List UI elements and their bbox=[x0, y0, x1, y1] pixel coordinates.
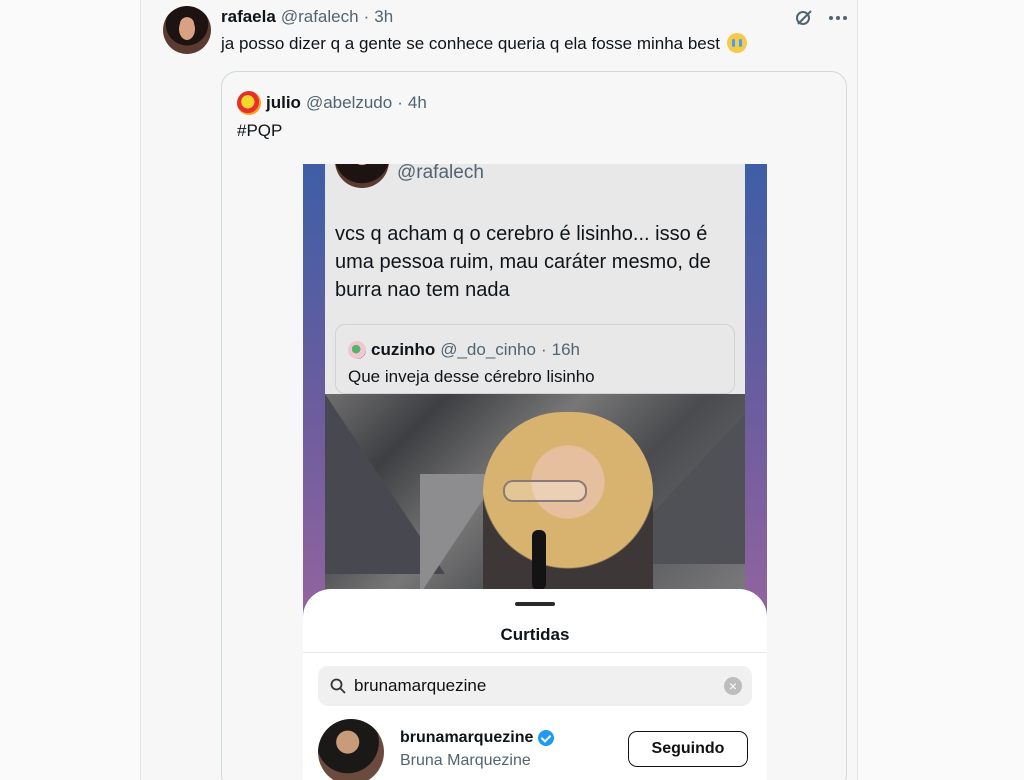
glasses-shape bbox=[503, 480, 587, 502]
inner-tweet-card: @rafalech vcs q acham q o cerebro é lisi… bbox=[325, 164, 745, 394]
microphone-shape bbox=[532, 530, 546, 590]
inner-quote-handle: @_do_cinho bbox=[440, 340, 536, 359]
search-icon bbox=[330, 678, 346, 694]
video-still bbox=[325, 394, 745, 594]
clear-search-icon[interactable]: × bbox=[724, 677, 742, 695]
inner-quote-author: cuzinho bbox=[371, 340, 436, 359]
sheet-title: Curtidas bbox=[500, 625, 570, 644]
author-handle[interactable]: @rafalech bbox=[281, 7, 359, 27]
likes-bottom-sheet: Curtidas × brunamarquezine Bruna Marquez… bbox=[303, 589, 767, 780]
quoted-separator-dot: · bbox=[397, 93, 403, 112]
tweet-header: rafaela @rafalech · 3h bbox=[221, 7, 393, 27]
inner-avatar bbox=[335, 164, 389, 188]
following-button[interactable]: Seguindo bbox=[628, 731, 748, 767]
quoted-tweet-text: #PQP bbox=[237, 121, 283, 140]
tweet-card[interactable]: rafaela @rafalech · 3h ja posso dizer q … bbox=[140, 0, 858, 780]
inner-quote-avatar bbox=[348, 341, 366, 359]
user-name-row: brunamarquezine bbox=[400, 729, 555, 747]
quoted-tweet-header: julio @abelzudo · 4h bbox=[237, 91, 427, 115]
crying-face-icon bbox=[726, 33, 747, 53]
likes-search-bar[interactable]: × bbox=[318, 666, 752, 706]
inner-quote-time: 16h bbox=[551, 340, 580, 359]
sheet-handle[interactable] bbox=[515, 602, 555, 606]
search-input[interactable] bbox=[354, 666, 714, 706]
separator-dot: · bbox=[363, 7, 370, 26]
tweet-text: ja posso dizer q a gente se conhece quer… bbox=[221, 33, 747, 55]
username[interactable]: brunamarquezine bbox=[400, 729, 533, 747]
grok-icon[interactable] bbox=[792, 6, 816, 30]
quoted-author-handle[interactable]: @abelzudo bbox=[306, 93, 392, 113]
embedded-screenshot[interactable]: @rafalech vcs q acham q o cerebro é lisi… bbox=[303, 164, 767, 780]
user-avatar[interactable] bbox=[318, 719, 384, 780]
inner-quoted-tweet: cuzinho @_do_cinho · 16h Que inveja dess… bbox=[335, 324, 735, 394]
quoted-author-avatar[interactable] bbox=[237, 91, 261, 115]
author-avatar[interactable] bbox=[163, 6, 211, 54]
user-list-item[interactable]: brunamarquezine Bruna Marquezine Seguind… bbox=[318, 719, 752, 780]
person-in-video bbox=[483, 412, 653, 594]
quoted-time[interactable]: 4h bbox=[408, 93, 427, 113]
tweet-body: ja posso dizer q a gente se conhece quer… bbox=[221, 34, 720, 53]
page-margin-right bbox=[858, 0, 1024, 780]
quoted-tweet[interactable]: julio @abelzudo · 4h #PQP @rafalech vcs … bbox=[221, 71, 847, 780]
inner-quote-separator: · bbox=[540, 340, 547, 359]
author-name[interactable]: rafaela bbox=[221, 7, 276, 27]
inner-quote-text: Que inveja desse cérebro lisinho bbox=[348, 367, 595, 386]
inner-quote-header: cuzinho @_do_cinho · 16h bbox=[348, 340, 580, 360]
page-margin-left bbox=[0, 0, 140, 780]
tweet-time[interactable]: 3h bbox=[374, 7, 393, 27]
verified-badge-icon bbox=[538, 730, 555, 746]
quoted-author-name[interactable]: julio bbox=[266, 93, 301, 113]
inner-handle: @rafalech bbox=[397, 164, 484, 183]
user-display-name: Bruna Marquezine bbox=[400, 752, 531, 769]
more-options-icon[interactable] bbox=[826, 6, 850, 30]
inner-tweet-text: vcs q acham q o cerebro é lisinho... iss… bbox=[335, 223, 711, 301]
avatar-face bbox=[179, 18, 195, 40]
sheet-divider bbox=[303, 652, 767, 653]
